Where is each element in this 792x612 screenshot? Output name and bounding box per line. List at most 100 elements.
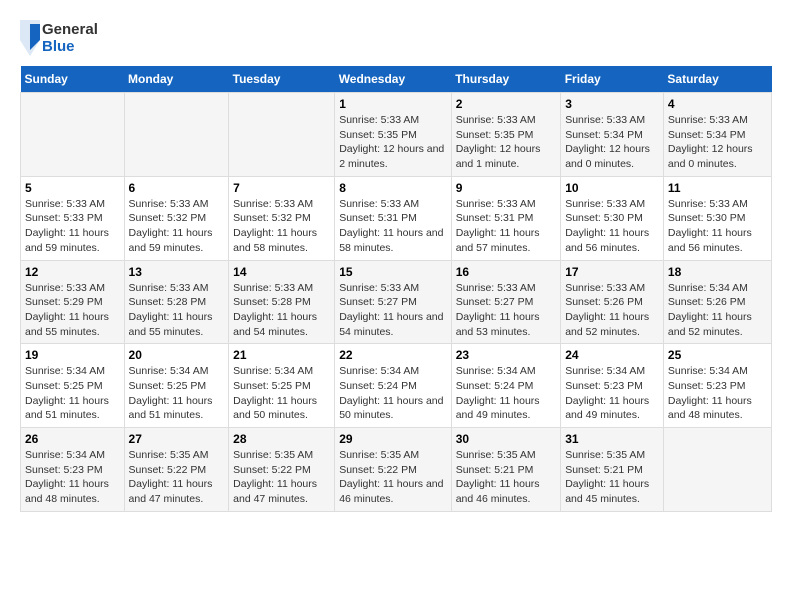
day-cell: 1 Sunrise: 5:33 AM Sunset: 5:35 PM Daylig… [335, 93, 452, 177]
day-cell: 31 Sunrise: 5:35 AM Sunset: 5:21 PM Dayli… [561, 428, 664, 512]
day-cell: 10Sunrise: 5:33 AM Sunset: 5:30 PM Dayli… [561, 176, 664, 260]
day-number: 13 [129, 265, 225, 279]
day-info: Sunrise: 5:33 AM Sunset: 5:33 PM Dayligh… [25, 197, 120, 256]
day-cell: 16 Sunrise: 5:33 AM Sunset: 5:27 PM Dayli… [451, 260, 561, 344]
day-number: 6 [129, 181, 225, 195]
logo-blue: Blue [42, 38, 98, 55]
day-info: Sunrise: 5:33 AM Sunset: 5:28 PM Dayligh… [233, 281, 330, 340]
day-cell: 26Sunrise: 5:34 AM Sunset: 5:23 PM Dayli… [21, 428, 125, 512]
week-row-3: 19Sunrise: 5:34 AM Sunset: 5:25 PM Dayli… [21, 344, 772, 428]
day-cell [124, 93, 229, 177]
day-info: Sunrise: 5:33 AM Sunset: 5:29 PM Dayligh… [25, 281, 120, 340]
logo-container: General Blue [20, 20, 98, 56]
day-cell: 22 Sunrise: 5:34 AM Sunset: 5:24 PM Dayli… [335, 344, 452, 428]
logo-general: General [42, 21, 98, 38]
day-cell: 6 Sunrise: 5:33 AM Sunset: 5:32 PM Daylig… [124, 176, 229, 260]
day-number: 30 [456, 432, 557, 446]
header-saturday: Saturday [663, 66, 771, 93]
day-info: Sunrise: 5:33 AM Sunset: 5:35 PM Dayligh… [456, 113, 557, 172]
header-monday: Monday [124, 66, 229, 93]
day-info: Sunrise: 5:33 AM Sunset: 5:30 PM Dayligh… [668, 197, 767, 256]
day-number: 24 [565, 348, 659, 362]
day-number: 26 [25, 432, 120, 446]
day-number: 29 [339, 432, 447, 446]
day-number: 17 [565, 265, 659, 279]
day-cell [663, 428, 771, 512]
day-number: 28 [233, 432, 330, 446]
day-cell: 29 Sunrise: 5:35 AM Sunset: 5:22 PM Dayli… [335, 428, 452, 512]
day-cell: 12 Sunrise: 5:33 AM Sunset: 5:29 PM Dayli… [21, 260, 125, 344]
day-info: Sunrise: 5:35 AM Sunset: 5:22 PM Dayligh… [339, 448, 447, 507]
day-info: Sunrise: 5:35 AM Sunset: 5:22 PM Dayligh… [233, 448, 330, 507]
day-number: 12 [25, 265, 120, 279]
day-number: 18 [668, 265, 767, 279]
day-cell: 9 Sunrise: 5:33 AM Sunset: 5:31 PM Daylig… [451, 176, 561, 260]
day-info: Sunrise: 5:34 AM Sunset: 5:23 PM Dayligh… [668, 364, 767, 423]
day-number: 7 [233, 181, 330, 195]
header-friday: Friday [561, 66, 664, 93]
logo-shape [20, 20, 40, 56]
day-info: Sunrise: 5:34 AM Sunset: 5:23 PM Dayligh… [565, 364, 659, 423]
week-row-0: 1 Sunrise: 5:33 AM Sunset: 5:35 PM Daylig… [21, 93, 772, 177]
day-number: 10 [565, 181, 659, 195]
day-cell [229, 93, 335, 177]
header-tuesday: Tuesday [229, 66, 335, 93]
day-cell [21, 93, 125, 177]
day-info: Sunrise: 5:35 AM Sunset: 5:21 PM Dayligh… [565, 448, 659, 507]
day-number: 27 [129, 432, 225, 446]
day-cell: 17 Sunrise: 5:33 AM Sunset: 5:26 PM Dayli… [561, 260, 664, 344]
day-number: 1 [339, 97, 447, 111]
day-cell: 30Sunrise: 5:35 AM Sunset: 5:21 PM Dayli… [451, 428, 561, 512]
day-info: Sunrise: 5:33 AM Sunset: 5:31 PM Dayligh… [456, 197, 557, 256]
day-cell: 4 Sunrise: 5:33 AM Sunset: 5:34 PM Daylig… [663, 93, 771, 177]
day-number: 21 [233, 348, 330, 362]
page-header: General Blue [20, 20, 772, 56]
day-info: Sunrise: 5:34 AM Sunset: 5:25 PM Dayligh… [233, 364, 330, 423]
day-number: 31 [565, 432, 659, 446]
day-number: 4 [668, 97, 767, 111]
day-number: 22 [339, 348, 447, 362]
day-cell: 24 Sunrise: 5:34 AM Sunset: 5:23 PM Dayli… [561, 344, 664, 428]
day-info: Sunrise: 5:33 AM Sunset: 5:32 PM Dayligh… [129, 197, 225, 256]
day-info: Sunrise: 5:34 AM Sunset: 5:25 PM Dayligh… [25, 364, 120, 423]
day-cell: 21 Sunrise: 5:34 AM Sunset: 5:25 PM Dayli… [229, 344, 335, 428]
day-info: Sunrise: 5:33 AM Sunset: 5:28 PM Dayligh… [129, 281, 225, 340]
day-info: Sunrise: 5:33 AM Sunset: 5:34 PM Dayligh… [565, 113, 659, 172]
day-number: 8 [339, 181, 447, 195]
day-info: Sunrise: 5:33 AM Sunset: 5:34 PM Dayligh… [668, 113, 767, 172]
day-cell: 2 Sunrise: 5:33 AM Sunset: 5:35 PM Daylig… [451, 93, 561, 177]
calendar-header-row: SundayMondayTuesdayWednesdayThursdayFrid… [21, 66, 772, 93]
day-info: Sunrise: 5:34 AM Sunset: 5:26 PM Dayligh… [668, 281, 767, 340]
day-cell: 18 Sunrise: 5:34 AM Sunset: 5:26 PM Dayli… [663, 260, 771, 344]
day-info: Sunrise: 5:33 AM Sunset: 5:27 PM Dayligh… [339, 281, 447, 340]
day-info: Sunrise: 5:33 AM Sunset: 5:31 PM Dayligh… [339, 197, 447, 256]
header-wednesday: Wednesday [335, 66, 452, 93]
header-sunday: Sunday [21, 66, 125, 93]
day-number: 16 [456, 265, 557, 279]
day-number: 9 [456, 181, 557, 195]
day-info: Sunrise: 5:33 AM Sunset: 5:27 PM Dayligh… [456, 281, 557, 340]
day-info: Sunrise: 5:34 AM Sunset: 5:25 PM Dayligh… [129, 364, 225, 423]
day-cell: 15 Sunrise: 5:33 AM Sunset: 5:27 PM Dayli… [335, 260, 452, 344]
calendar-table: SundayMondayTuesdayWednesdayThursdayFrid… [20, 66, 772, 512]
day-cell: 3 Sunrise: 5:33 AM Sunset: 5:34 PM Daylig… [561, 93, 664, 177]
day-number: 2 [456, 97, 557, 111]
day-cell: 28 Sunrise: 5:35 AM Sunset: 5:22 PM Dayli… [229, 428, 335, 512]
day-info: Sunrise: 5:34 AM Sunset: 5:24 PM Dayligh… [339, 364, 447, 423]
day-cell: 13 Sunrise: 5:33 AM Sunset: 5:28 PM Dayli… [124, 260, 229, 344]
day-info: Sunrise: 5:33 AM Sunset: 5:35 PM Dayligh… [339, 113, 447, 172]
week-row-2: 12 Sunrise: 5:33 AM Sunset: 5:29 PM Dayli… [21, 260, 772, 344]
day-info: Sunrise: 5:35 AM Sunset: 5:22 PM Dayligh… [129, 448, 225, 507]
day-number: 3 [565, 97, 659, 111]
day-number: 14 [233, 265, 330, 279]
day-info: Sunrise: 5:34 AM Sunset: 5:24 PM Dayligh… [456, 364, 557, 423]
day-number: 20 [129, 348, 225, 362]
logo: General Blue [20, 20, 98, 56]
day-number: 23 [456, 348, 557, 362]
week-row-4: 26Sunrise: 5:34 AM Sunset: 5:23 PM Dayli… [21, 428, 772, 512]
day-info: Sunrise: 5:33 AM Sunset: 5:26 PM Dayligh… [565, 281, 659, 340]
day-cell: 8 Sunrise: 5:33 AM Sunset: 5:31 PM Daylig… [335, 176, 452, 260]
day-number: 15 [339, 265, 447, 279]
day-cell: 19Sunrise: 5:34 AM Sunset: 5:25 PM Dayli… [21, 344, 125, 428]
day-cell: 23 Sunrise: 5:34 AM Sunset: 5:24 PM Dayli… [451, 344, 561, 428]
